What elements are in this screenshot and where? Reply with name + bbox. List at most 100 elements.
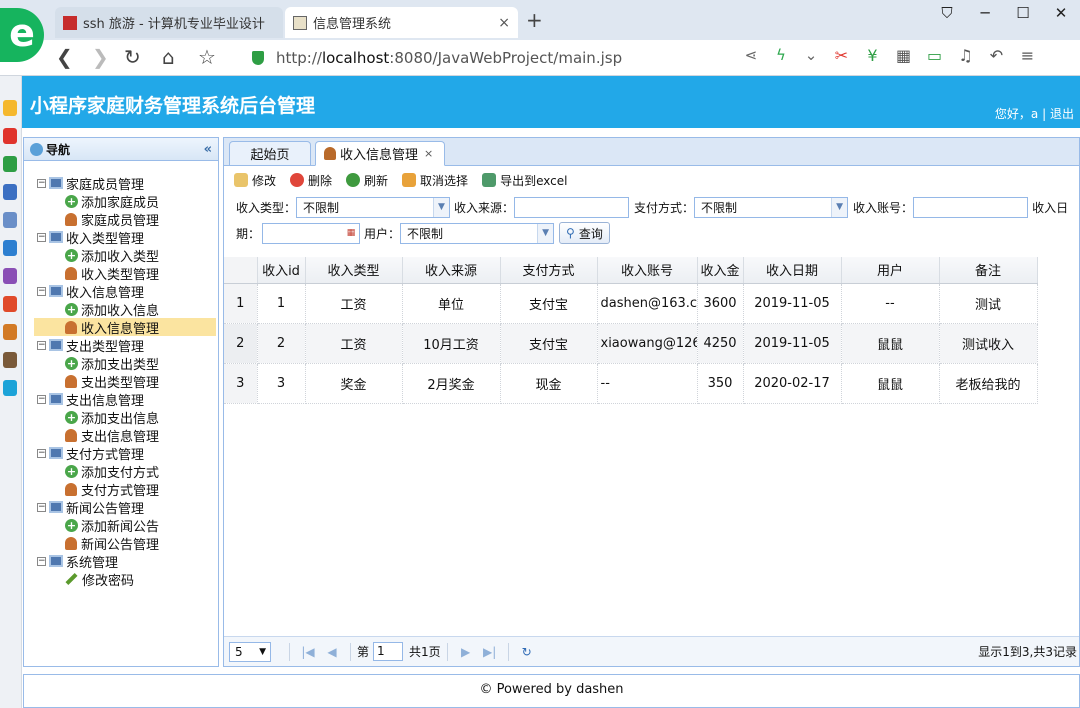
new-tab-button[interactable]: +: [526, 8, 543, 32]
chevron-down-icon[interactable]: ⌄: [796, 46, 826, 64]
close-tab-icon[interactable]: ×: [424, 147, 433, 160]
tree-group[interactable]: − 收入信息管理: [24, 282, 218, 301]
reload-icon[interactable]: ↻: [124, 45, 141, 69]
forward-icon[interactable]: ❯: [92, 45, 109, 69]
yen-icon[interactable]: ¥: [857, 46, 888, 65]
close-window-button[interactable]: ✕: [1042, 4, 1080, 22]
first-page-icon[interactable]: |◀: [296, 645, 320, 659]
game-icon[interactable]: [3, 324, 17, 340]
income-date-input[interactable]: ▦: [262, 222, 361, 244]
column-header[interactable]: 收入日期: [743, 257, 842, 284]
chat-icon[interactable]: [3, 240, 17, 256]
headphones-icon[interactable]: ♫: [950, 46, 981, 65]
tree-group[interactable]: − 新闻公告管理: [24, 498, 218, 517]
collapse-toggle-icon[interactable]: −: [37, 286, 46, 296]
page-size-select[interactable]: 5 ▼: [229, 641, 271, 662]
column-header[interactable]: 收入id: [257, 257, 306, 284]
column-header[interactable]: 用户: [841, 257, 940, 284]
menu-icon[interactable]: ≡: [1012, 46, 1043, 65]
column-header[interactable]: 收入类型: [305, 257, 403, 284]
battery-icon[interactable]: ▭: [919, 46, 950, 65]
refresh-icon[interactable]: ↻: [515, 645, 539, 659]
income-source-input[interactable]: [514, 196, 630, 218]
share-icon[interactable]: ⋖: [736, 46, 766, 64]
bookmark-star-icon[interactable]: ☆: [198, 45, 216, 69]
collapse-toggle-icon[interactable]: −: [37, 232, 46, 242]
calendar-icon[interactable]: ▦: [343, 223, 360, 243]
tab-income-management[interactable]: 收入信息管理 ×: [315, 141, 445, 166]
game-icon[interactable]: [3, 268, 17, 284]
payment-method-select[interactable]: 不限制 ▼: [694, 196, 849, 218]
table-row[interactable]: 3 3 奖金 2月奖金 现金 -- 350 2020-02-17 鼠鼠 老板给我的: [224, 363, 1038, 404]
minimize-button[interactable]: ─: [966, 4, 1004, 22]
income-type-select[interactable]: 不限制 ▼: [296, 196, 451, 218]
mail-icon[interactable]: [3, 156, 17, 172]
back-icon[interactable]: ❮: [56, 45, 73, 69]
tree-group[interactable]: − 收入类型管理: [24, 228, 218, 247]
tree-item[interactable]: 修改密码: [24, 570, 218, 589]
tree-group[interactable]: − 支付方式管理: [24, 444, 218, 463]
browser-tab-ssh[interactable]: ssh 旅游 - 计算机专业毕业设计: [55, 7, 283, 38]
favorites-icon[interactable]: [3, 100, 17, 116]
tree-item[interactable]: 新闻公告管理: [24, 534, 218, 553]
income-account-input[interactable]: [913, 196, 1029, 218]
tree-item[interactable]: + 添加收入类型: [24, 246, 218, 265]
column-header[interactable]: 收入来源: [402, 257, 501, 284]
tree-item[interactable]: 支出类型管理: [24, 372, 218, 391]
next-page-icon[interactable]: ▶: [454, 645, 478, 659]
close-tab-icon[interactable]: ×: [498, 15, 510, 31]
export-excel-button[interactable]: 导出到excel: [482, 172, 567, 189]
collapse-toggle-icon[interactable]: −: [37, 502, 46, 512]
undo-icon[interactable]: ↶: [981, 46, 1012, 65]
tree-item[interactable]: + 添加支付方式: [24, 462, 218, 481]
page-number-input[interactable]: 1: [373, 642, 404, 661]
app-icon[interactable]: [3, 184, 17, 200]
tree-item[interactable]: + 添加支出信息: [24, 408, 218, 427]
tree-item[interactable]: 支出信息管理: [24, 426, 218, 445]
tree-item[interactable]: + 添加支出类型: [24, 354, 218, 373]
collapse-toggle-icon[interactable]: −: [37, 340, 46, 350]
collapse-toggle-icon[interactable]: −: [37, 448, 46, 458]
apps-grid-icon[interactable]: ▦: [888, 46, 919, 65]
tree-group[interactable]: − 支出信息管理: [24, 390, 218, 409]
collapse-toggle-icon[interactable]: −: [37, 556, 46, 566]
user-select[interactable]: 不限制 ▼: [400, 222, 555, 244]
tree-item[interactable]: + 添加收入信息: [24, 300, 218, 319]
tree-group[interactable]: − 支出类型管理: [24, 336, 218, 355]
tree-item[interactable]: 收入信息管理: [34, 318, 216, 337]
table-row[interactable]: 2 2 工资 10月工资 支付宝 xiaowang@126 4250 2019-11-05 鼠鼠…: [224, 323, 1038, 364]
weibo-icon[interactable]: [3, 128, 17, 144]
tree-group[interactable]: − 家庭成员管理: [24, 174, 218, 193]
skin-icon[interactable]: ⛉: [928, 4, 966, 22]
tree-item[interactable]: 家庭成员管理: [24, 210, 218, 229]
home-icon[interactable]: ⌂: [162, 45, 175, 69]
collapse-toggle-icon[interactable]: −: [37, 178, 46, 188]
scissors-icon[interactable]: ✂: [826, 46, 857, 65]
shop-icon[interactable]: [3, 296, 17, 312]
collapse-panel-icon[interactable]: «: [204, 142, 212, 157]
column-header[interactable]: 备注: [939, 257, 1038, 284]
unselect-button[interactable]: 取消选择: [402, 172, 468, 189]
document-icon[interactable]: [3, 212, 17, 228]
address-bar[interactable]: http://localhost:8080/JavaWebProject/mai…: [252, 46, 722, 70]
column-header[interactable]: 支付方式: [500, 257, 598, 284]
browser-tab-info-system[interactable]: 信息管理系统 ×: [285, 7, 518, 38]
delete-button[interactable]: 删除: [290, 172, 332, 189]
column-header[interactable]: 收入账号: [597, 257, 698, 284]
logout-link[interactable]: 退出: [1050, 107, 1074, 121]
tree-item[interactable]: 收入类型管理: [24, 264, 218, 283]
collapse-toggle-icon[interactable]: −: [37, 394, 46, 404]
search-button[interactable]: ⚲ 查询: [559, 222, 610, 244]
tree-item[interactable]: + 添加新闻公告: [24, 516, 218, 535]
lightning-icon[interactable]: ϟ: [766, 46, 796, 64]
table-row[interactable]: 1 1 工资 单位 支付宝 dashen@163.co 3600 2019-11-05 -- 测试: [224, 283, 1038, 324]
last-page-icon[interactable]: ▶|: [478, 645, 502, 659]
tab-home[interactable]: 起始页: [229, 141, 311, 166]
tree-item[interactable]: 支付方式管理: [24, 480, 218, 499]
app-icon[interactable]: [3, 380, 17, 396]
game-icon[interactable]: [3, 352, 17, 368]
refresh-button[interactable]: 刷新: [346, 172, 388, 189]
maximize-button[interactable]: ☐: [1004, 4, 1042, 22]
prev-page-icon[interactable]: ◀: [320, 645, 344, 659]
edit-button[interactable]: 修改: [234, 172, 276, 189]
